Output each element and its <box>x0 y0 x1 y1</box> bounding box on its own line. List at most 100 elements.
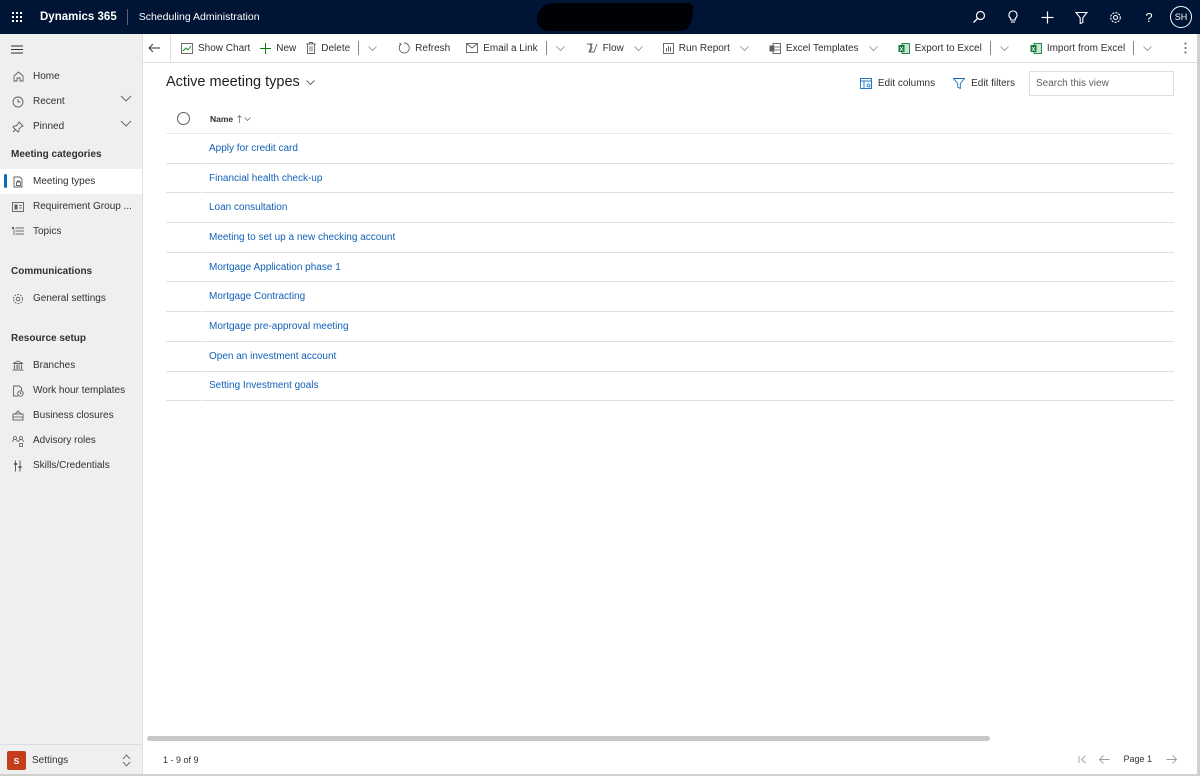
back-button[interactable] <box>143 33 171 63</box>
user-avatar[interactable]: SH <box>1170 6 1192 28</box>
sidebar-item-label: Skills/Credentials <box>33 460 110 471</box>
sidebar-item-label: Meeting types <box>33 176 96 187</box>
table-row[interactable]: Setting Investment goals <box>166 372 1174 402</box>
table-row[interactable]: Meeting to set up a new checking account <box>166 223 1174 253</box>
ideas-button[interactable] <box>996 0 1030 34</box>
record-name-link[interactable]: Open an investment account <box>209 351 336 362</box>
sidebar-item-meeting-types[interactable]: Meeting types <box>0 169 142 194</box>
brand-name[interactable]: Dynamics 365 <box>34 11 127 23</box>
search-icon <box>973 10 986 23</box>
command-bar: Show Chart New Delete Refresh Email a Li… <box>143 33 1200 63</box>
requirement-group-icon <box>11 200 25 214</box>
separator <box>545 41 547 55</box>
chevron-down-icon[interactable] <box>120 120 132 127</box>
first-page-button[interactable] <box>1073 751 1091 767</box>
sidebar-item-work-hour-templates[interactable]: Work hour templates <box>0 378 142 403</box>
next-page-button[interactable] <box>1162 751 1180 767</box>
record-name-link[interactable]: Apply for credit card <box>209 143 298 154</box>
chevron-down-icon <box>740 45 749 51</box>
chevron-down-icon <box>1000 45 1009 51</box>
table-row[interactable]: Financial health check-up <box>166 164 1174 194</box>
excel-templates-button[interactable]: Excel Templates <box>764 34 883 63</box>
records-grid: Name Apply for credit card Financial heal… <box>166 104 1174 402</box>
chevron-up-down-icon <box>122 754 131 767</box>
table-row[interactable]: Mortgage pre-approval meeting <box>166 312 1174 342</box>
delete-more-button[interactable] <box>362 34 383 63</box>
new-button[interactable]: New <box>255 34 301 63</box>
email-link-icon <box>466 43 479 53</box>
run-report-button[interactable]: Run Report <box>658 34 754 63</box>
search-view-input[interactable] <box>1036 78 1168 89</box>
area-switcher[interactable]: S Settings <box>0 744 142 776</box>
refresh-icon <box>399 42 410 54</box>
chevron-down-icon[interactable] <box>120 95 132 102</box>
sidebar-item-topics[interactable]: Topics <box>0 219 142 244</box>
settings-button[interactable] <box>1098 0 1132 34</box>
record-name-link[interactable]: Setting Investment goals <box>209 380 319 391</box>
record-name-link[interactable]: Mortgage pre-approval meeting <box>209 321 349 332</box>
record-name-link[interactable]: Mortgage Contracting <box>209 291 305 302</box>
import-excel-more-button[interactable] <box>1137 34 1158 63</box>
sidebar-item-skills-credentials[interactable]: Skills/Credentials <box>0 453 142 478</box>
record-name-link[interactable]: Financial health check-up <box>209 173 322 184</box>
help-button[interactable]: ? <box>1132 0 1166 34</box>
sidebar-item-business-closures[interactable]: Business closures <box>0 403 142 428</box>
chevron-down-icon <box>868 45 878 51</box>
sidebar-item-label: Branches <box>33 360 76 371</box>
email-link-more-button[interactable] <box>550 34 571 63</box>
previous-page-button[interactable] <box>1095 751 1113 767</box>
email-link-button[interactable]: Email a Link <box>461 34 542 63</box>
search-button[interactable] <box>962 0 996 34</box>
work-hours-icon <box>11 384 25 398</box>
advanced-find-button[interactable] <box>1064 0 1098 34</box>
sidebar-item-advisory-roles[interactable]: Advisory roles <box>0 428 142 453</box>
sidebar-item-recent[interactable]: Recent <box>0 89 142 114</box>
chevron-down-icon <box>1143 45 1152 51</box>
select-all-checkbox[interactable] <box>177 112 190 125</box>
sidebar-item-home[interactable]: Home <box>0 64 142 89</box>
collapse-sitemap-button[interactable] <box>0 34 142 64</box>
view-selector[interactable]: Active meeting types <box>166 74 315 90</box>
refresh-button[interactable]: Refresh <box>393 34 455 63</box>
app-launcher-button[interactable] <box>0 0 34 34</box>
table-row[interactable]: Mortgage Application phase 1 <box>166 253 1174 283</box>
top-nav-actions: ? SH <box>962 0 1200 34</box>
show-chart-button[interactable]: Show Chart <box>176 34 255 63</box>
sidebar-item-pinned[interactable]: Pinned <box>0 114 142 139</box>
delete-label: Delete <box>321 42 351 54</box>
import-excel-button[interactable]: X Import from Excel <box>1025 34 1130 63</box>
flow-button[interactable]: Flow <box>581 34 648 63</box>
app-name[interactable]: Scheduling Administration <box>128 11 260 23</box>
plus-icon <box>260 42 272 54</box>
table-row[interactable]: Open an investment account <box>166 342 1174 372</box>
arrow-left-icon <box>148 43 160 53</box>
export-excel-button[interactable]: X Export to Excel <box>893 34 987 63</box>
record-name-link[interactable]: Mortgage Application phase 1 <box>209 262 341 273</box>
redacted-region <box>535 3 694 31</box>
table-row[interactable]: Mortgage Contracting <box>166 282 1174 313</box>
edit-columns-button[interactable]: Edit columns <box>859 78 935 89</box>
record-name-link[interactable]: Meeting to set up a new checking account <box>209 232 395 243</box>
roles-icon <box>11 434 25 448</box>
sidebar-item-general-settings[interactable]: General settings <box>0 286 142 311</box>
column-header-name[interactable]: Name <box>210 114 251 124</box>
more-vertical-icon <box>1184 42 1187 54</box>
edit-filters-button[interactable]: Edit filters <box>953 78 1015 89</box>
export-excel-more-button[interactable] <box>994 34 1015 63</box>
more-commands-button[interactable] <box>1172 34 1198 63</box>
record-name-link[interactable]: Loan consultation <box>209 202 287 213</box>
horizontal-scrollbar[interactable] <box>147 736 990 741</box>
separator <box>989 41 991 55</box>
top-nav-bar: Dynamics 365 Scheduling Administration ?… <box>0 0 1200 34</box>
area-badge: S <box>7 751 26 770</box>
new-record-button[interactable] <box>1030 0 1064 34</box>
search-view-box <box>1029 71 1174 96</box>
sidebar-item-label: Home <box>33 71 60 82</box>
table-row[interactable]: Apply for credit card <box>166 134 1174 164</box>
sidebar-item-requirement-group[interactable]: Requirement Group ... <box>0 194 142 219</box>
help-icon: ? <box>1145 9 1153 25</box>
view-actions: Edit columns Edit filters <box>859 71 1174 96</box>
delete-button[interactable]: Delete <box>301 34 355 63</box>
table-row[interactable]: Loan consultation <box>166 193 1174 224</box>
sidebar-item-branches[interactable]: Branches <box>0 353 142 378</box>
